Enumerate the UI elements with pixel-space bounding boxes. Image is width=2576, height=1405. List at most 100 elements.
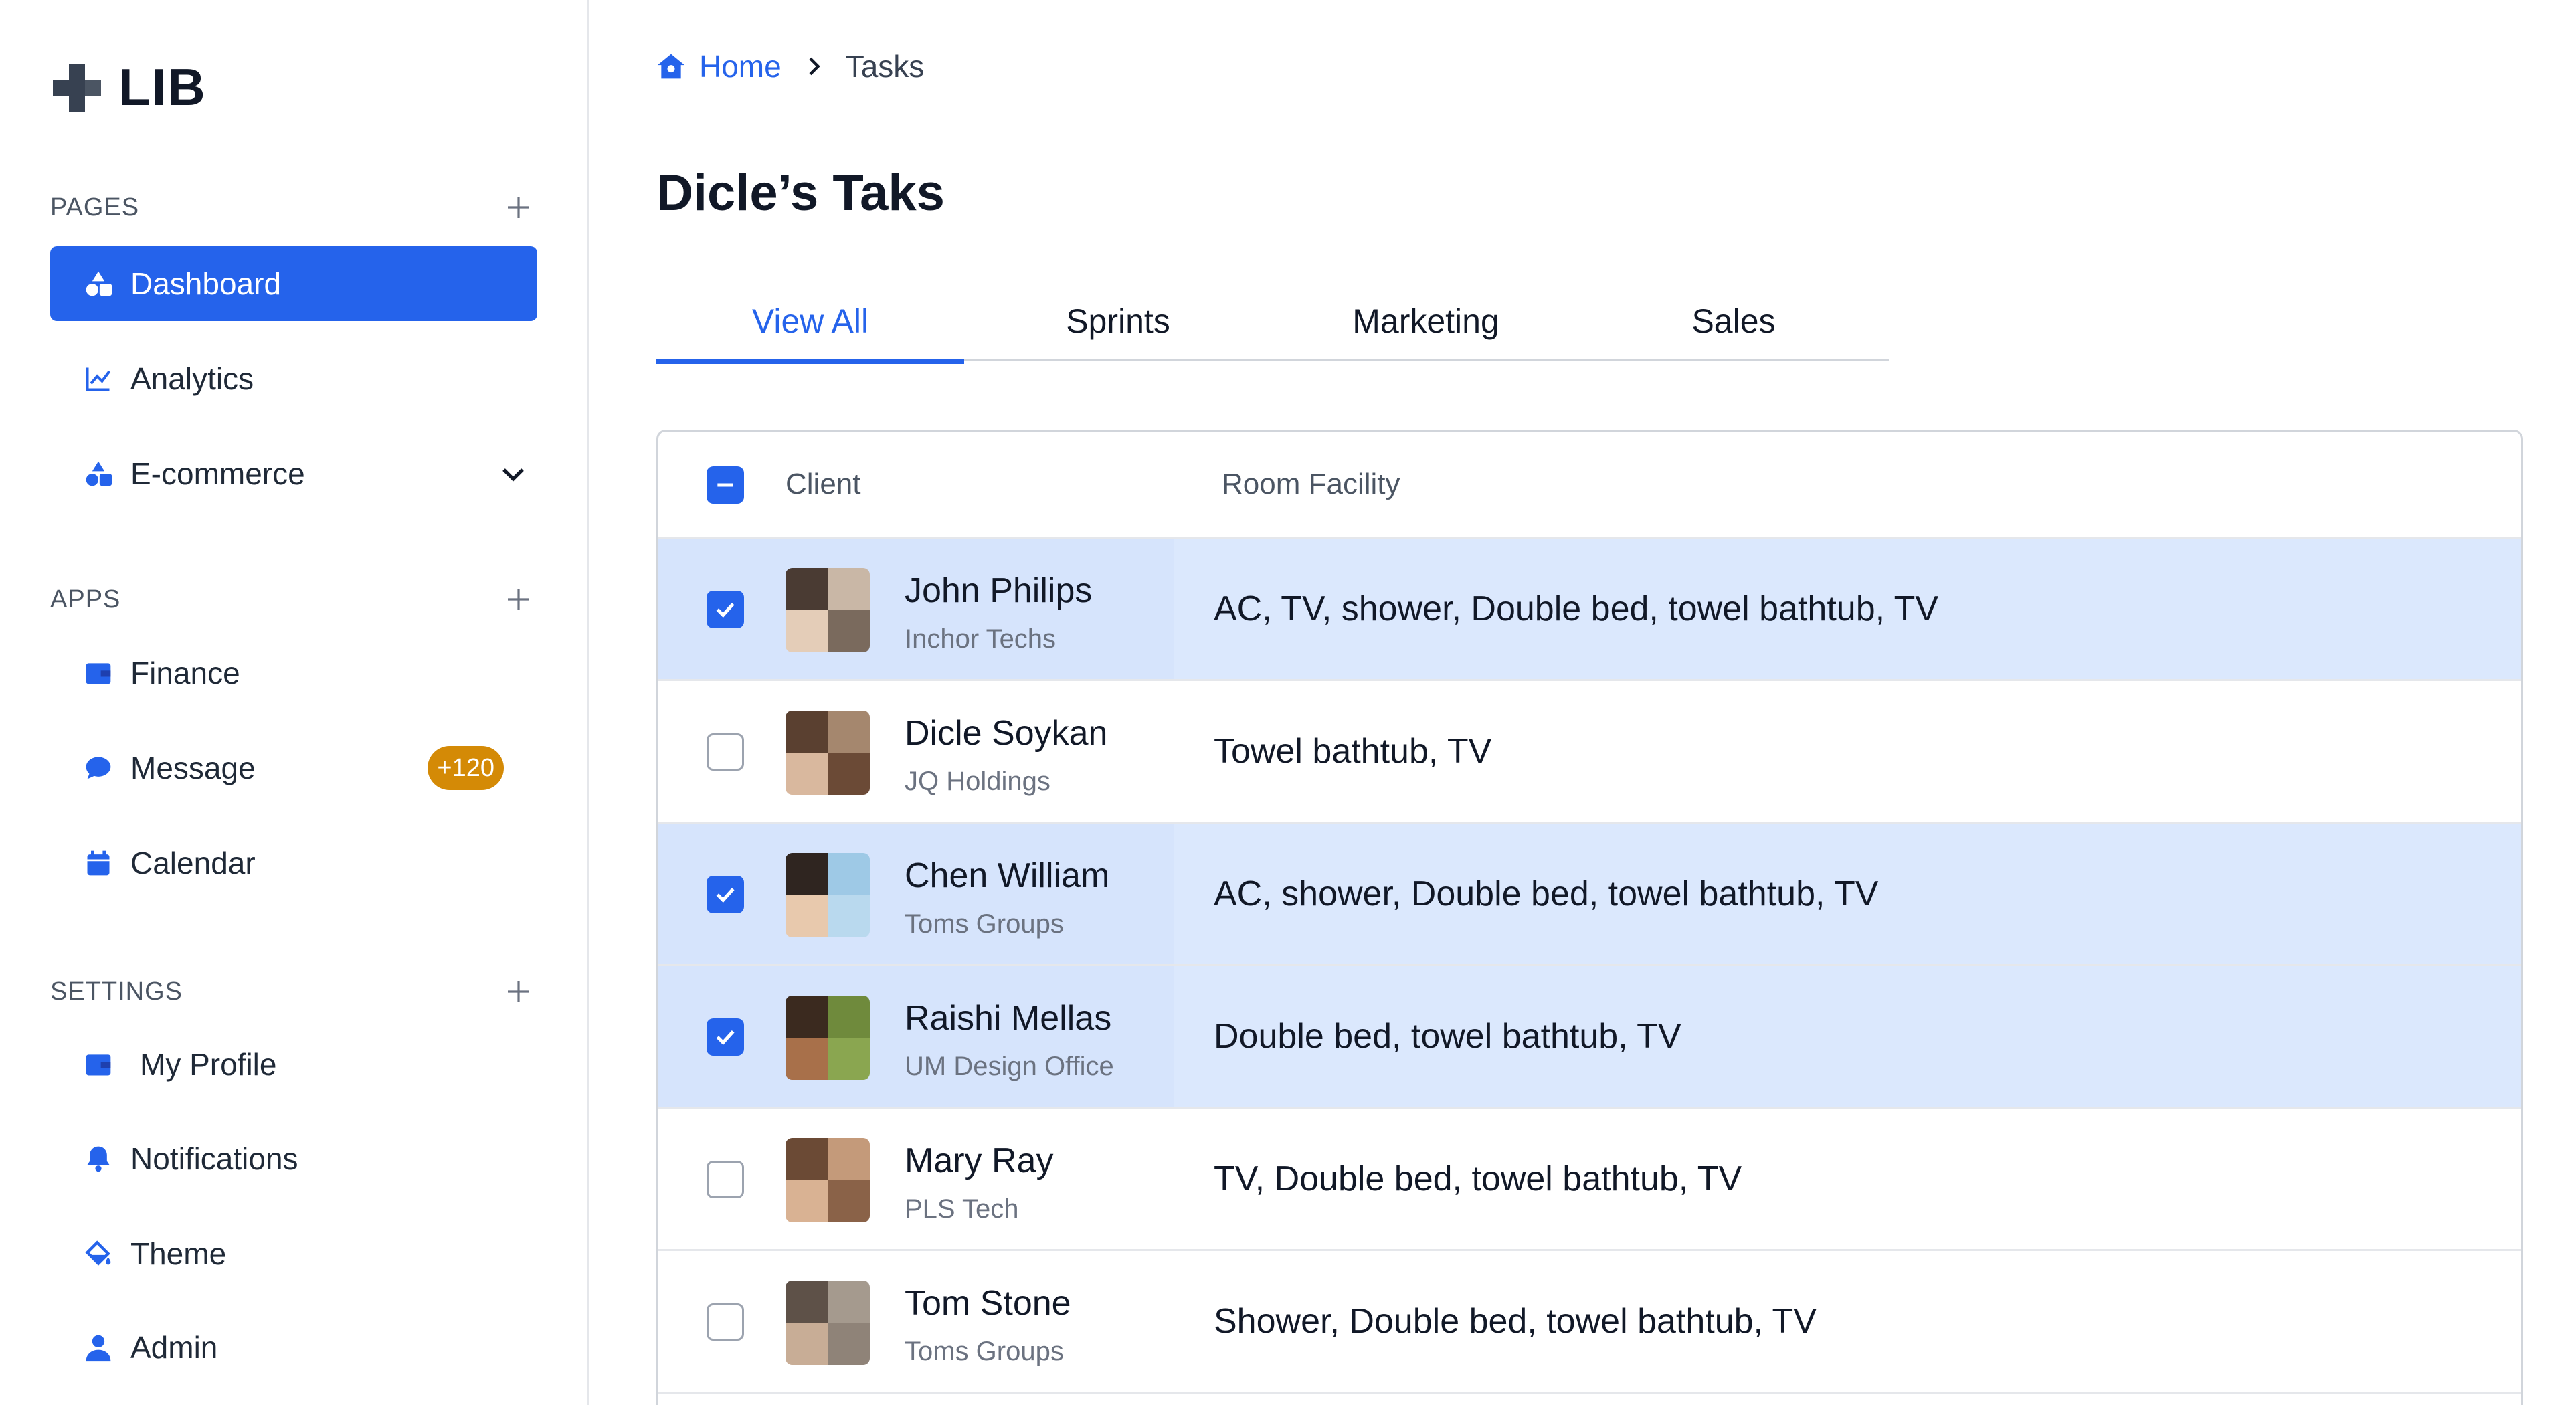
section-title: PAGES bbox=[50, 193, 140, 221]
table-row[interactable]: Tom Stone Toms Groups Shower, Double bed… bbox=[658, 1251, 2521, 1394]
sidebar-item-label: Message bbox=[130, 751, 256, 785]
sidebar-item-label: E-commerce bbox=[130, 456, 305, 491]
select-all-checkbox[interactable] bbox=[707, 466, 744, 504]
tab-view-all[interactable]: View All bbox=[656, 281, 964, 364]
client-name: Dicle Soykan bbox=[905, 714, 1108, 753]
table-row[interactable]: Dicle Soykan JQ Holdings Towel bathtub, … bbox=[658, 681, 2521, 824]
client-company: JQ Holdings bbox=[905, 767, 1050, 796]
sidebar-item-admin[interactable]: Admin bbox=[50, 1310, 537, 1385]
add-app-plus-icon[interactable] bbox=[502, 583, 535, 616]
avatar bbox=[786, 711, 870, 795]
client-cell: Raishi Mellas UM Design Office bbox=[658, 966, 1174, 1107]
page-title: Dicle’s Taks bbox=[656, 165, 945, 221]
table-row[interactable]: Chen William Toms Groups AC, shower, Dou… bbox=[658, 824, 2521, 966]
logo[interactable]: LIB bbox=[50, 57, 207, 118]
sidebar-item-dashboard[interactable]: Dashboard bbox=[50, 246, 537, 321]
sidebar-item-finance[interactable]: Finance bbox=[50, 636, 537, 711]
client-name: Raishi Mellas bbox=[905, 999, 1112, 1038]
tasks-table: Client Room Facility John Philips Inchor… bbox=[656, 430, 2523, 1405]
client-company: Inchor Techs bbox=[905, 624, 1056, 654]
sidebar-item-label: Dashboard bbox=[130, 266, 282, 301]
room-facility: Shower, Double bed, towel bathtub, TV bbox=[1214, 1302, 1817, 1341]
tab-sales[interactable]: Sales bbox=[1580, 281, 1888, 361]
section-settings: SETTINGS bbox=[50, 971, 535, 1012]
room-facility: AC, shower, Double bed, towel bathtub, T… bbox=[1214, 874, 1879, 913]
check-icon bbox=[716, 1030, 735, 1045]
client-cell: John Philips Inchor Techs bbox=[658, 539, 1174, 679]
chevron-down-icon[interactable] bbox=[497, 458, 529, 490]
avatar bbox=[786, 853, 870, 937]
sidebar-item-ecommerce[interactable]: E-commerce bbox=[50, 436, 537, 511]
user-icon bbox=[82, 1331, 114, 1364]
client-company: Toms Groups bbox=[905, 1337, 1064, 1366]
chart-line-icon bbox=[82, 363, 114, 395]
column-header-room-facility[interactable]: Room Facility bbox=[1222, 468, 1400, 501]
calendar-icon bbox=[82, 847, 114, 879]
sidebar-item-calendar[interactable]: Calendar bbox=[50, 826, 537, 901]
client-name: Tom Stone bbox=[905, 1284, 1071, 1323]
row-checkbox[interactable] bbox=[707, 1303, 744, 1341]
sidebar-item-message[interactable]: Message +120 bbox=[50, 731, 537, 806]
home-icon[interactable] bbox=[656, 52, 686, 81]
chevron-right-icon bbox=[809, 57, 820, 76]
room-facility: Double bed, towel bathtub, TV bbox=[1214, 1017, 1681, 1056]
sidebar-item-label: Calendar bbox=[130, 846, 256, 880]
section-pages: PAGES bbox=[50, 187, 535, 227]
sidebar-item-notifications[interactable]: Notifications bbox=[50, 1121, 537, 1196]
table-row[interactable]: Mary Ray PLS Tech TV, Double bed, towel … bbox=[658, 1109, 2521, 1251]
sidebar-item-label: Theme bbox=[130, 1236, 227, 1271]
sidebar-item-label: Finance bbox=[130, 656, 240, 690]
row-checkbox[interactable] bbox=[707, 591, 744, 628]
sidebar-item-label: Analytics bbox=[130, 361, 254, 396]
row-checkbox[interactable] bbox=[707, 733, 744, 771]
avatar bbox=[786, 568, 870, 652]
table-row[interactable]: Raishi Mellas UM Design Office Double be… bbox=[658, 966, 2521, 1109]
breadcrumb-home-link[interactable]: Home bbox=[699, 48, 781, 84]
add-page-plus-icon[interactable] bbox=[502, 191, 535, 224]
row-checkbox[interactable] bbox=[707, 1018, 744, 1056]
breadcrumb-current: Tasks bbox=[845, 49, 925, 84]
sidebar-item-label: Notifications bbox=[130, 1141, 298, 1176]
column-header-client[interactable]: Client bbox=[786, 468, 861, 501]
client-cell: Dicle Soykan JQ Holdings bbox=[658, 681, 1174, 822]
client-name: John Philips bbox=[905, 571, 1093, 610]
row-checkbox[interactable] bbox=[707, 876, 744, 913]
paint-bucket-icon bbox=[82, 1238, 114, 1270]
section-title: SETTINGS bbox=[50, 977, 183, 1006]
client-cell: Chen William Toms Groups bbox=[658, 824, 1174, 964]
room-facility: Towel bathtub, TV bbox=[1214, 732, 1492, 771]
tab-marketing[interactable]: Marketing bbox=[1272, 281, 1580, 361]
client-cell: Mary Ray PLS Tech bbox=[658, 1109, 1174, 1249]
section-apps: APPS bbox=[50, 579, 535, 620]
check-icon bbox=[716, 887, 735, 903]
sidebar-item-label: Admin bbox=[130, 1330, 218, 1365]
shapes-icon bbox=[82, 268, 114, 300]
avatar bbox=[786, 1281, 870, 1365]
message-count-badge: +120 bbox=[428, 746, 504, 790]
main-content: Home Tasks Dicle’s Taks View All Sprints… bbox=[591, 0, 2576, 1405]
logo-text: LIB bbox=[118, 58, 207, 116]
add-setting-plus-icon[interactable] bbox=[502, 975, 535, 1008]
sidebar-item-label: My Profile bbox=[140, 1047, 277, 1082]
sidebar-item-analytics[interactable]: Analytics bbox=[50, 341, 537, 416]
wallet-icon bbox=[82, 657, 114, 689]
sidebar: LIB PAGES Dashboard Analytics E-commerce… bbox=[0, 0, 589, 1405]
table-header: Client Room Facility bbox=[658, 432, 2521, 539]
minus-icon bbox=[717, 483, 733, 487]
client-company: UM Design Office bbox=[905, 1052, 1114, 1081]
wallet-icon bbox=[82, 1048, 114, 1081]
chat-icon bbox=[82, 752, 114, 784]
client-cell: Tom Stone Toms Groups bbox=[658, 1251, 1174, 1392]
tab-sprints[interactable]: Sprints bbox=[964, 281, 1272, 361]
row-checkbox[interactable] bbox=[707, 1161, 744, 1198]
section-title: APPS bbox=[50, 585, 121, 614]
avatar bbox=[786, 996, 870, 1080]
table-row[interactable]: John Philips Inchor Techs AC, TV, shower… bbox=[658, 539, 2521, 681]
room-facility: TV, Double bed, towel bathtub, TV bbox=[1214, 1159, 1742, 1198]
client-name: Mary Ray bbox=[905, 1141, 1054, 1180]
shapes-icon bbox=[82, 458, 114, 490]
bell-icon bbox=[82, 1143, 114, 1175]
sidebar-item-my-profile[interactable]: My Profile bbox=[50, 1027, 537, 1102]
room-facility: AC, TV, shower, Double bed, towel bathtu… bbox=[1214, 589, 1939, 628]
sidebar-item-theme[interactable]: Theme bbox=[50, 1216, 537, 1291]
